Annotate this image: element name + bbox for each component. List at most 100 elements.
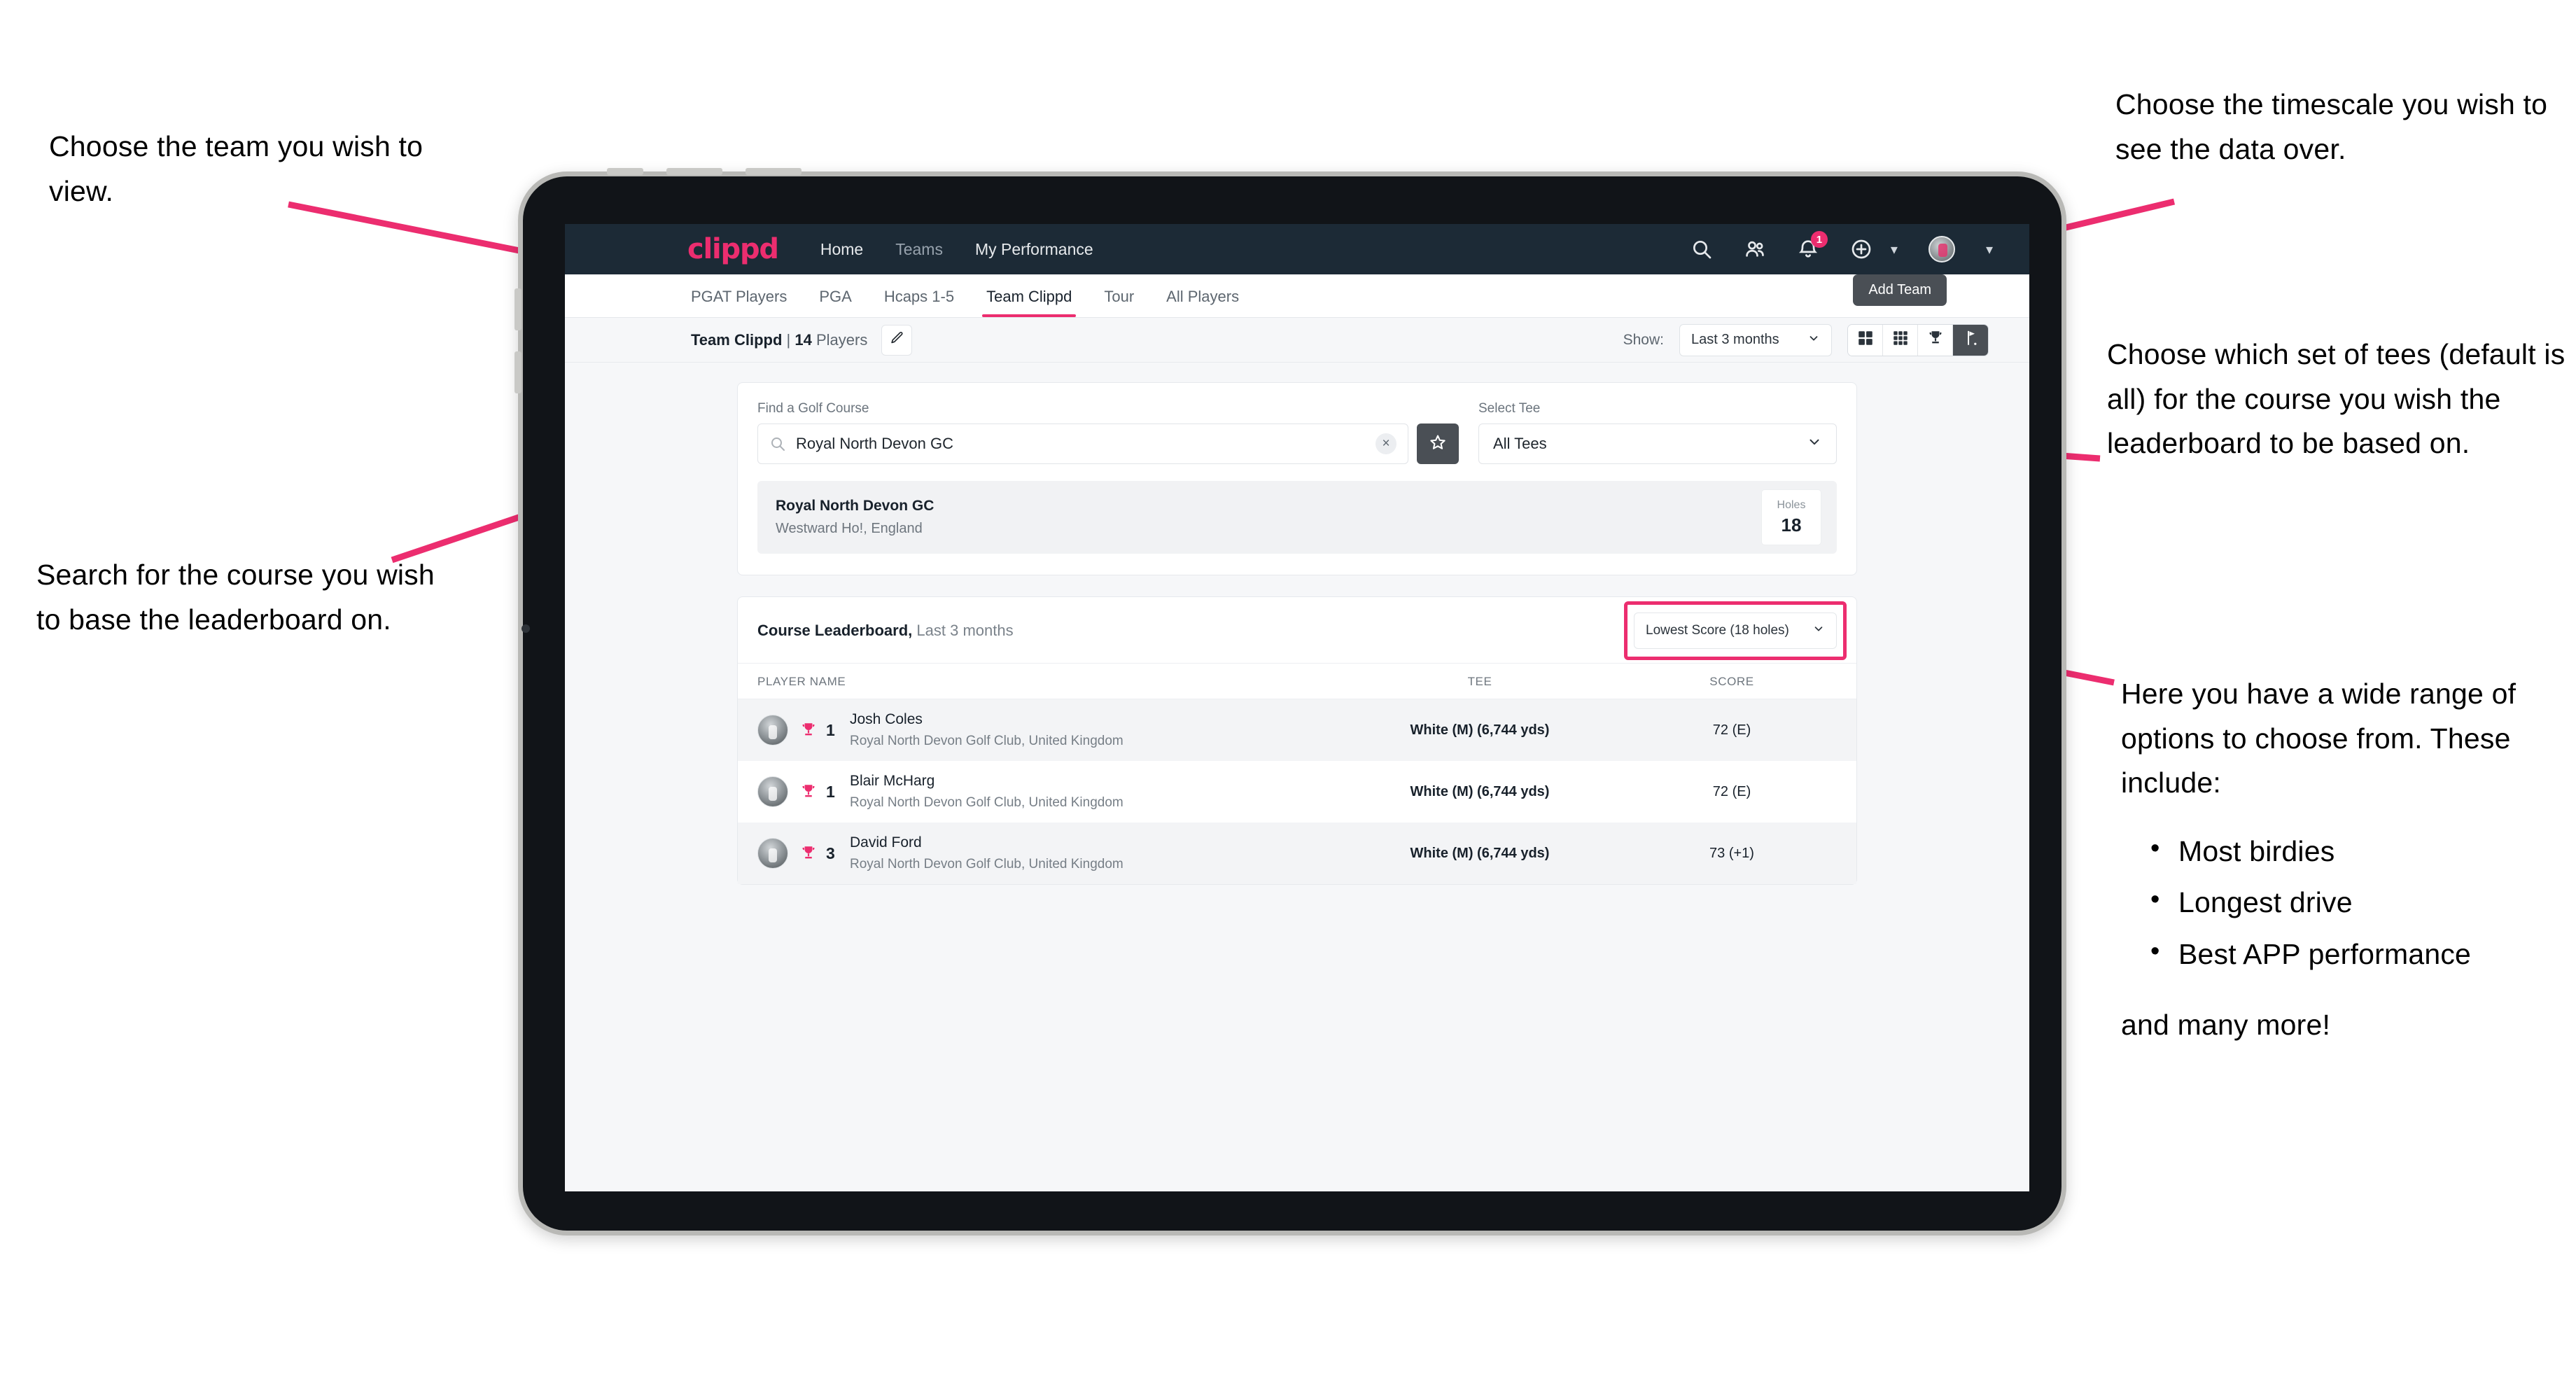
- nav-link-my-performance[interactable]: My Performance: [975, 240, 1093, 259]
- team-players-word: Players: [816, 330, 868, 349]
- player-tee: White (M) (6,744 yds): [1410, 722, 1550, 738]
- annotation-option-item: Longest drive: [2150, 879, 2576, 925]
- view-trophy-button[interactable]: [1918, 324, 1953, 356]
- course-result-location: Westward Ho!, England: [776, 521, 923, 536]
- player-tee: White (M) (6,744 yds): [1410, 783, 1550, 799]
- clippd-logo[interactable]: clippd: [687, 233, 779, 265]
- player-club: Royal North Devon Golf Club, United King…: [850, 734, 1124, 748]
- course-result-text: Royal North Devon GC Westward Ho!, Engla…: [776, 498, 934, 537]
- tab-hcaps-1-5[interactable]: Hcaps 1-5: [884, 288, 954, 317]
- screenshot-root: Choose the team you wish to view. Search…: [0, 0, 2576, 1386]
- annotation-choose-team: Choose the team you wish to view.: [49, 130, 424, 207]
- annotation-options: Here you have a wide range of options to…: [2121, 672, 2576, 1048]
- add-team-tooltip: Add Team: [1853, 274, 1947, 306]
- timescale-value: Last 3 months: [1691, 332, 1779, 347]
- nav-link-teams[interactable]: Teams: [895, 240, 943, 259]
- trophy-icon: [799, 721, 818, 739]
- view-grid-large-button[interactable]: [1848, 324, 1883, 356]
- player-tee: White (M) (6,744 yds): [1410, 845, 1550, 861]
- tab-all-players[interactable]: All Players: [1166, 288, 1239, 317]
- leaderboard-title-main: Course Leaderboard,: [757, 622, 913, 639]
- plus-circle-icon[interactable]: [1850, 238, 1872, 260]
- team-tab-bar: PGAT Players PGA Hcaps 1-5 Team Clippd T…: [565, 274, 2029, 318]
- grid-large-icon: [1856, 329, 1875, 351]
- clear-search-button[interactable]: ×: [1376, 433, 1396, 454]
- course-search-card: Find a Golf Course Royal North Devon GC …: [737, 382, 1857, 575]
- player-club: Royal North Devon Golf Club, United King…: [850, 795, 1124, 810]
- player-club: Royal North Devon Golf Club, United King…: [850, 857, 1124, 872]
- team-name: Team Clippd: [691, 330, 783, 349]
- device-button-top: [746, 168, 802, 175]
- top-navigation-bar: clippd Home Teams My Performance 1 ▾ ▾: [565, 224, 2029, 274]
- avatar: [757, 715, 788, 746]
- team-sub-toolbar: Team Clippd | 14 Players Show: Last 3 mo…: [565, 318, 2029, 363]
- edit-team-button[interactable]: [881, 324, 913, 356]
- player-info: Blair McHarg Royal North Devon Golf Club…: [850, 773, 1124, 811]
- column-player-name: PLAYER NAME: [757, 675, 846, 688]
- avatar: [757, 838, 788, 869]
- pencil-icon: [889, 330, 904, 349]
- player-name: Blair McHarg: [850, 773, 935, 789]
- leaderboard-player-cell: 3 David Ford Royal North Devon Golf Club…: [757, 834, 1333, 872]
- tee-select-value: All Tees: [1493, 435, 1547, 452]
- star-icon: [1429, 433, 1447, 455]
- table-row[interactable]: 1 Blair McHarg Royal North Devon Golf Cl…: [738, 761, 1856, 822]
- avatar[interactable]: [1928, 236, 1955, 262]
- nav-actions: 1 ▾ ▾: [1690, 231, 1993, 262]
- team-player-count: 14: [794, 330, 812, 349]
- leaderboard-subtitle: Last 3 months: [916, 622, 1014, 639]
- player-rank: 3: [826, 844, 835, 862]
- view-grid-small-button[interactable]: [1883, 324, 1918, 356]
- player-rank: 1: [826, 720, 835, 739]
- tab-pgat-players[interactable]: PGAT Players: [691, 288, 787, 317]
- chevron-down-icon[interactable]: ▾: [1986, 241, 1993, 258]
- main-nav-links: Home Teams My Performance: [820, 240, 1093, 259]
- find-course-field: Find a Golf Course Royal North Devon GC …: [757, 401, 1459, 464]
- leaderboard-sort-select[interactable]: Lowest Score (18 holes): [1634, 612, 1837, 649]
- holes-label: Holes: [1777, 498, 1806, 511]
- app-screen: clippd Home Teams My Performance 1 ▾ ▾ P…: [565, 224, 2029, 1191]
- annotation-options-tail: and many more!: [2121, 1009, 2331, 1042]
- tab-team-clippd[interactable]: Team Clippd: [982, 288, 1077, 317]
- table-row[interactable]: 1 Josh Coles Royal North Devon Golf Club…: [738, 699, 1856, 761]
- chevron-down-icon: [1807, 434, 1822, 454]
- player-score: 72 (E): [1712, 783, 1751, 799]
- leaderboard-player-cell: 1 Blair McHarg Royal North Devon Golf Cl…: [757, 773, 1333, 811]
- player-info: Josh Coles Royal North Devon Golf Club, …: [850, 711, 1124, 749]
- timescale-select[interactable]: Last 3 months: [1679, 323, 1832, 356]
- leaderboard-column-headers: PLAYER NAME TEE SCORE: [738, 664, 1856, 699]
- search-icon[interactable]: [1690, 238, 1713, 260]
- tab-tour[interactable]: Tour: [1104, 288, 1134, 317]
- player-score: 73 (+1): [1709, 845, 1754, 861]
- trophy-icon: [799, 783, 818, 801]
- holes-value: 18: [1781, 514, 1802, 536]
- course-search-fields: Find a Golf Course Royal North Devon GC …: [757, 401, 1837, 464]
- tee-select[interactable]: All Tees: [1478, 424, 1837, 464]
- grid-small-icon: [1891, 329, 1910, 351]
- annotation-option-item: Best APP performance: [2150, 931, 2576, 977]
- course-leaderboard-card: Course Leaderboard, Last 3 months Lowest…: [737, 596, 1857, 885]
- leaderboard-sort-wrapper: Lowest Score (18 holes): [1624, 601, 1847, 660]
- view-mode-toggle-group: [1847, 323, 1989, 356]
- favourite-course-button[interactable]: [1417, 424, 1459, 464]
- leaderboard-header: Course Leaderboard, Last 3 months Lowest…: [738, 597, 1856, 664]
- table-row[interactable]: 3 David Ford Royal North Devon Golf Club…: [738, 822, 1856, 884]
- team-separator: |: [786, 330, 791, 349]
- device-camera: [522, 624, 530, 633]
- view-golf-flag-button[interactable]: [1953, 324, 1988, 356]
- chevron-down-icon[interactable]: ▾: [1891, 241, 1898, 258]
- device-button-top: [607, 168, 643, 175]
- team-summary-label: Team Clippd | 14 Players: [691, 331, 867, 349]
- bell-icon[interactable]: 1: [1797, 231, 1828, 260]
- tab-pga[interactable]: PGA: [819, 288, 851, 317]
- course-search-input[interactable]: Royal North Devon GC ×: [757, 424, 1408, 464]
- find-course-controls: Royal North Devon GC ×: [757, 424, 1459, 464]
- avatar: [757, 776, 788, 807]
- people-icon[interactable]: [1744, 238, 1766, 260]
- chevron-down-icon: [1807, 332, 1820, 349]
- course-result-name: Royal North Devon GC: [776, 498, 934, 514]
- leaderboard-sort-value: Lowest Score (18 holes): [1646, 623, 1789, 638]
- nav-link-home[interactable]: Home: [820, 240, 863, 259]
- annotation-search-course: Search for the course you wish to base t…: [36, 559, 435, 636]
- course-result-row[interactable]: Royal North Devon GC Westward Ho!, Engla…: [757, 481, 1837, 554]
